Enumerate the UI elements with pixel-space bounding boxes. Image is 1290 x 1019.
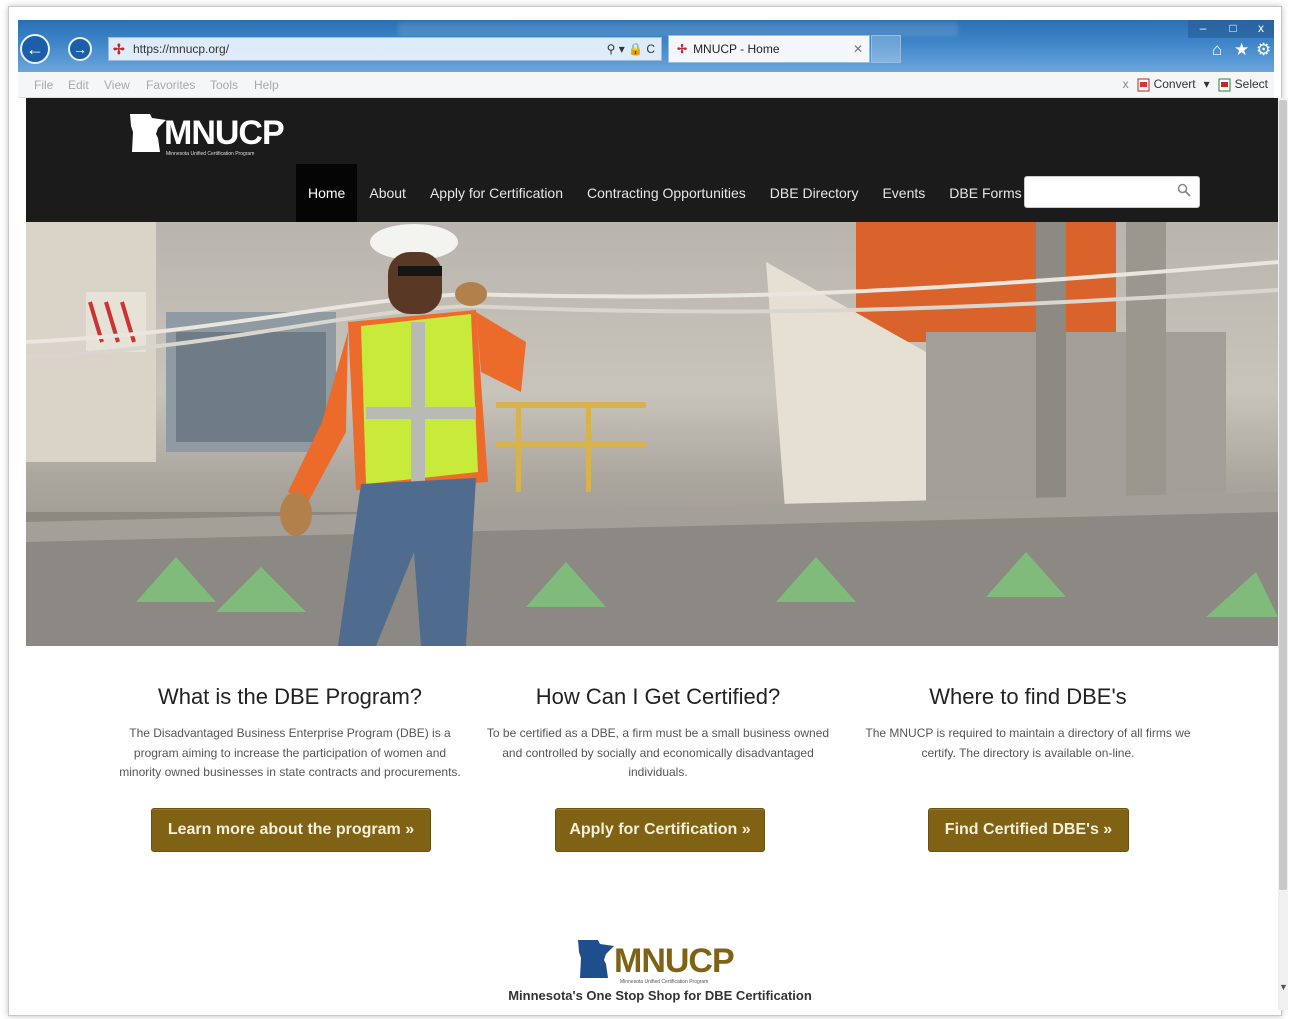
learn-more-button[interactable]: Learn more about the program » — [151, 808, 431, 852]
menu-tools[interactable]: Tools — [210, 78, 238, 92]
logo-subtitle: Minnesota Unified Certification Program — [166, 151, 255, 157]
forward-button[interactable]: → — [68, 37, 92, 61]
footer-tagline: Minnesota's One Stop Shop for DBE Certif… — [508, 988, 812, 1003]
select-button[interactable]: Select — [1218, 77, 1268, 92]
close-window-button[interactable]: x — [1248, 20, 1274, 38]
nav-dbe-forms[interactable]: DBE Forms — [937, 164, 1033, 222]
page-scrollbar[interactable]: ▼ — [1278, 98, 1288, 1010]
footer-logo-subtitle: Minnesota Unified Certification Program — [620, 979, 709, 985]
menu-help[interactable]: Help — [254, 78, 279, 92]
nav-home[interactable]: Home — [296, 164, 358, 222]
section-get-certified: How Can I Get Certified? To be certified… — [478, 684, 838, 783]
apply-for-certification-button[interactable]: Apply for Certification » — [555, 808, 765, 852]
site-logo[interactable]: MNUCP Minnesota Unified Certification Pr… — [128, 110, 298, 158]
address-bar[interactable]: ✢ https://mnucp.org/ ⚲ ▾ 🔒 C — [108, 37, 662, 61]
menu-view[interactable]: View — [104, 78, 130, 92]
toolbar-close-icon[interactable]: x — [1123, 77, 1129, 91]
nav-dbe-directory[interactable]: DBE Directory — [758, 164, 871, 222]
url-text[interactable]: https://mnucp.org/ — [133, 42, 229, 56]
menu-edit[interactable]: Edit — [68, 78, 89, 92]
hero-image — [26, 222, 1278, 646]
section-heading: What is the DBE Program? — [157, 684, 423, 709]
section-body: To be certified as a DBE, a firm must be… — [486, 726, 830, 779]
maximize-button[interactable]: □ — [1218, 20, 1248, 38]
menu-file[interactable]: File — [34, 78, 53, 92]
forward-arrow-icon: → — [73, 41, 87, 57]
nav-contracting-opportunities[interactable]: Contracting Opportunities — [575, 164, 758, 222]
settings-gear-icon[interactable]: ⚙ — [1256, 40, 1271, 60]
site-favicon-icon: ✢ — [113, 41, 125, 57]
browser-tab[interactable]: ✢ MNUCP - Home ✕ — [668, 35, 870, 63]
minimize-button[interactable]: – — [1188, 20, 1218, 38]
nav-about[interactable]: About — [357, 164, 418, 222]
new-tab-button[interactable] — [871, 35, 901, 63]
address-bar-tools[interactable]: ⚲ ▾ 🔒 C — [607, 42, 655, 56]
pdf-toolbar: x Convert ▾ Select — [1123, 77, 1268, 92]
pdf-select-icon — [1218, 78, 1231, 92]
nav-events[interactable]: Events — [870, 164, 937, 222]
tab-favicon-icon: ✢ — [677, 42, 688, 56]
home-icon[interactable]: ⌂ — [1212, 40, 1222, 60]
convert-label: Convert — [1153, 77, 1196, 91]
section-body: The MNUCP is required to maintain a dire… — [865, 726, 1191, 760]
tab-close-icon[interactable]: ✕ — [853, 42, 863, 56]
hero-photo-illustration — [26, 222, 1278, 646]
convert-button[interactable]: Convert — [1137, 77, 1196, 92]
site-header: MNUCP Minnesota Unified Certification Pr… — [26, 98, 1278, 222]
section-heading: How Can I Get Certified? — [535, 684, 781, 709]
back-button[interactable]: ← — [20, 34, 50, 64]
footer-logo: MNUCP Minnesota Unified Certification Pr… — [504, 938, 824, 1008]
section-heading: Where to find DBE's — [929, 684, 1127, 709]
search-icon[interactable] — [1177, 183, 1191, 197]
browser-menu-bar: File Edit View Favorites Tools Help x Co… — [18, 72, 1274, 98]
menu-favorites[interactable]: Favorites — [146, 78, 195, 92]
section-find-dbes: Where to find DBE's The MNUCP is require… — [848, 684, 1208, 763]
select-label: Select — [1234, 77, 1268, 91]
logo-text: MNUCP — [164, 114, 285, 152]
section-body: The Disadvantaged Business Enterprise Pr… — [119, 726, 461, 779]
favorites-star-icon[interactable]: ★ — [1234, 40, 1249, 60]
blurred-background-tabs — [398, 22, 958, 36]
find-certified-dbes-button[interactable]: Find Certified DBE's » — [928, 808, 1129, 852]
pdf-convert-icon — [1137, 78, 1150, 92]
nav-apply-for-certification[interactable]: Apply for Certification — [418, 164, 575, 222]
site-search-input[interactable] — [1024, 176, 1200, 208]
scroll-down-arrow-icon[interactable]: ▼ — [1279, 982, 1288, 992]
minnesota-state-icon — [578, 940, 614, 978]
section-dbe-program: What is the DBE Program? The Disadvantag… — [110, 684, 470, 783]
scrollbar-thumb[interactable] — [1279, 100, 1287, 890]
minnesota-state-icon — [130, 114, 166, 152]
tab-title: MNUCP - Home — [693, 42, 780, 56]
main-nav: Home About Apply for Certification Contr… — [296, 164, 1034, 222]
back-arrow-icon: ← — [26, 38, 44, 59]
browser-chrome: ← → ✢ https://mnucp.org/ ⚲ ▾ 🔒 C ✢ MNUCP… — [18, 20, 1274, 72]
footer-logo-text: MNUCP — [614, 942, 735, 980]
convert-dropdown-icon[interactable]: ▾ — [1204, 77, 1210, 91]
